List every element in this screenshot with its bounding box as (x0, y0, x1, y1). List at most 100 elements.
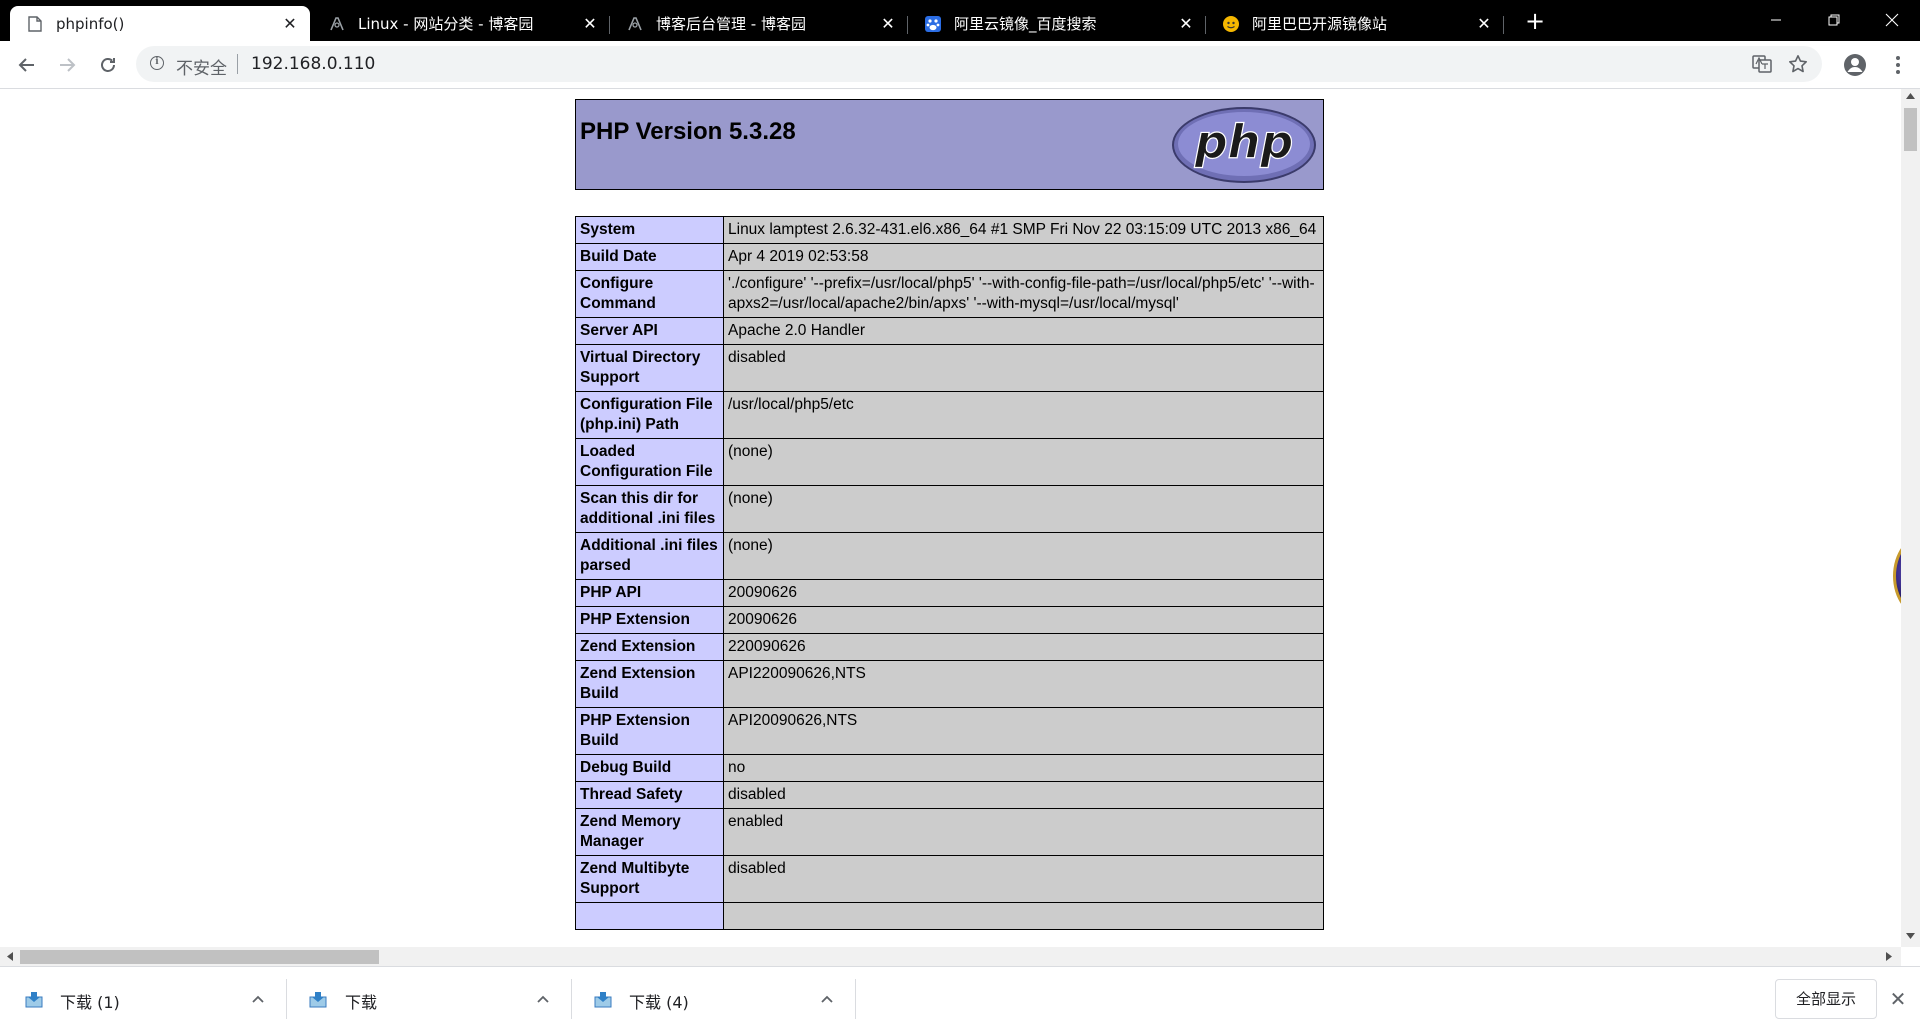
chevron-up-icon[interactable] (819, 991, 835, 1007)
info-icon[interactable]: i (150, 56, 164, 70)
row-key: Additional .ini files parsed (575, 532, 724, 580)
tab-separator (1503, 16, 1504, 34)
tab-strip: phpinfo() ✕ Linux - 网站分类 - 博客园 ✕ 博客后台管理 … (0, 0, 1920, 41)
vertical-scroll-thumb[interactable] (1904, 108, 1917, 151)
table-row: Build Date Apr 4 2019 02:53:58 (575, 243, 1324, 271)
row-key: Zend Extension (575, 633, 724, 661)
tab-title: 阿里云镜像_百度搜索 (954, 15, 1097, 33)
table-row: PHP Extension Build API20090626,NTS (575, 707, 1324, 755)
restore-icon (1828, 14, 1840, 26)
address-separator (237, 54, 238, 74)
download-file-icon (594, 992, 612, 1008)
table-row: Zend Memory Manager enabled (575, 808, 1324, 856)
vertical-scrollbar[interactable] (1901, 89, 1920, 947)
profile-button[interactable] (1840, 50, 1870, 80)
address-bar[interactable]: i 不安全 192.168.0.110 (136, 46, 1822, 82)
back-button[interactable] (12, 50, 42, 80)
row-value: /usr/local/php5/etc (723, 391, 1324, 439)
arrow-right-icon (60, 58, 76, 72)
account-circle-icon (1844, 54, 1866, 76)
page-title: PHP Version 5.3.28 (580, 118, 796, 145)
row-value (723, 902, 1324, 930)
row-value: API20090626,NTS (723, 707, 1324, 755)
table-row: Server API Apache 2.0 Handler (575, 317, 1324, 345)
row-value: Linux lamptest 2.6.32-431.el6.x86_64 #1 … (723, 216, 1324, 244)
row-value: enabled (723, 808, 1324, 856)
scroll-left-arrow-icon[interactable] (7, 952, 13, 961)
forward-button[interactable] (52, 50, 82, 80)
row-value: './configure' '--prefix=/usr/local/php5'… (723, 270, 1324, 318)
download-file-icon (25, 992, 43, 1008)
row-value: no (723, 754, 1324, 782)
scroll-up-arrow-icon[interactable] (1906, 93, 1915, 99)
table-row: System Linux lamptest 2.6.32-431.el6.x86_… (575, 216, 1324, 244)
download-item[interactable]: 下载 (1) (0, 967, 286, 1031)
row-key: Loaded Configuration File (575, 438, 724, 486)
row-key: Virtual Directory Support (575, 344, 724, 392)
tab-blog-admin[interactable]: 博客后台管理 - 博客园 ✕ (610, 6, 908, 41)
close-window-button[interactable] (1864, 0, 1920, 40)
table-row: Zend Multibyte Support disabled (575, 855, 1324, 903)
tab-close-icon[interactable]: ✕ (1178, 15, 1194, 32)
tab-close-icon[interactable]: ✕ (880, 15, 896, 32)
table-row: Configuration File (php.ini) Path/usr/lo… (575, 391, 1324, 439)
download-shelf: 下载 (1) 下载 下载 (4) 全部显示 ✕ (0, 966, 1920, 1030)
menu-button[interactable] (1886, 50, 1910, 80)
download-file-icon (309, 992, 327, 1008)
tab-close-icon[interactable]: ✕ (1476, 15, 1492, 32)
show-all-downloads-button[interactable]: 全部显示 (1775, 979, 1877, 1019)
scroll-down-arrow-icon[interactable] (1906, 933, 1915, 939)
page-content: PHP Version 5.3.28 php System Linux lampt… (0, 89, 1901, 947)
row-key: Scan this dir for additional .ini files (575, 485, 724, 533)
row-key: Zend Extension Build (575, 660, 724, 708)
row-value: (none) (723, 438, 1324, 486)
tab-title: Linux - 网站分类 - 博客园 (358, 15, 534, 33)
tab-linux-cnblogs[interactable]: Linux - 网站分类 - 博客园 ✕ (312, 6, 610, 41)
table-row (575, 902, 1324, 930)
url-text[interactable]: 192.168.0.110 (251, 54, 375, 74)
table-row: Additional .ini files parsed (none) (575, 532, 1324, 580)
reload-button[interactable] (93, 50, 123, 80)
chevron-up-icon[interactable] (250, 991, 266, 1007)
browser-toolbar: i 不安全 192.168.0.110 (0, 41, 1920, 89)
chevron-up-icon[interactable] (535, 991, 551, 1007)
minimize-button[interactable] (1748, 0, 1804, 40)
table-row: Debug Build no (575, 754, 1324, 782)
aliyun-icon (1222, 15, 1240, 33)
row-value: disabled (723, 781, 1324, 809)
table-row: PHP Extension 20090626 (575, 606, 1324, 634)
row-value: 20090626 (723, 606, 1324, 634)
close-shelf-icon[interactable]: ✕ (1888, 989, 1908, 1009)
download-item[interactable]: 下载 (287, 967, 571, 1031)
new-tab-button[interactable]: + (1522, 8, 1548, 34)
row-value: disabled (723, 344, 1324, 392)
download-item[interactable]: 下载 (4) (572, 967, 855, 1031)
row-key: Zend Multibyte Support (575, 855, 724, 903)
table-row: Zend Extension 220090626 (575, 633, 1324, 661)
tab-close-icon[interactable]: ✕ (582, 15, 598, 32)
row-value: 20090626 (723, 579, 1324, 607)
horizontal-scroll-thumb[interactable] (20, 950, 379, 964)
tab-baidu-search[interactable]: 阿里云镜像_百度搜索 ✕ (908, 6, 1206, 41)
close-icon (1885, 13, 1899, 27)
php-info-table: System Linux lamptest 2.6.32-431.el6.x86_… (575, 216, 1324, 930)
reload-icon (101, 58, 115, 72)
row-key: System (575, 216, 724, 244)
scroll-right-arrow-icon[interactable] (1886, 952, 1892, 961)
tab-close-icon[interactable]: ✕ (282, 15, 298, 32)
table-row: Configure Command './configure' '--prefix… (575, 270, 1324, 318)
row-key: PHP API (575, 579, 724, 607)
table-row: Thread Safety disabled (575, 781, 1324, 809)
row-value: API220090626,NTS (723, 660, 1324, 708)
tab-phpinfo[interactable]: phpinfo() ✕ (10, 6, 310, 41)
document-icon (26, 15, 44, 33)
translate-icon[interactable] (1750, 52, 1774, 76)
download-filename: 下载 (345, 993, 378, 1012)
restore-button[interactable] (1806, 0, 1862, 40)
row-key: Build Date (575, 243, 724, 271)
row-key: Configuration File (php.ini) Path (575, 391, 724, 439)
tab-aliyun-mirror[interactable]: 阿里巴巴开源镜像站 ✕ (1206, 6, 1504, 41)
row-key: Configure Command (575, 270, 724, 318)
bookmark-star-icon[interactable] (1786, 52, 1810, 76)
arrow-left-icon (18, 58, 34, 72)
